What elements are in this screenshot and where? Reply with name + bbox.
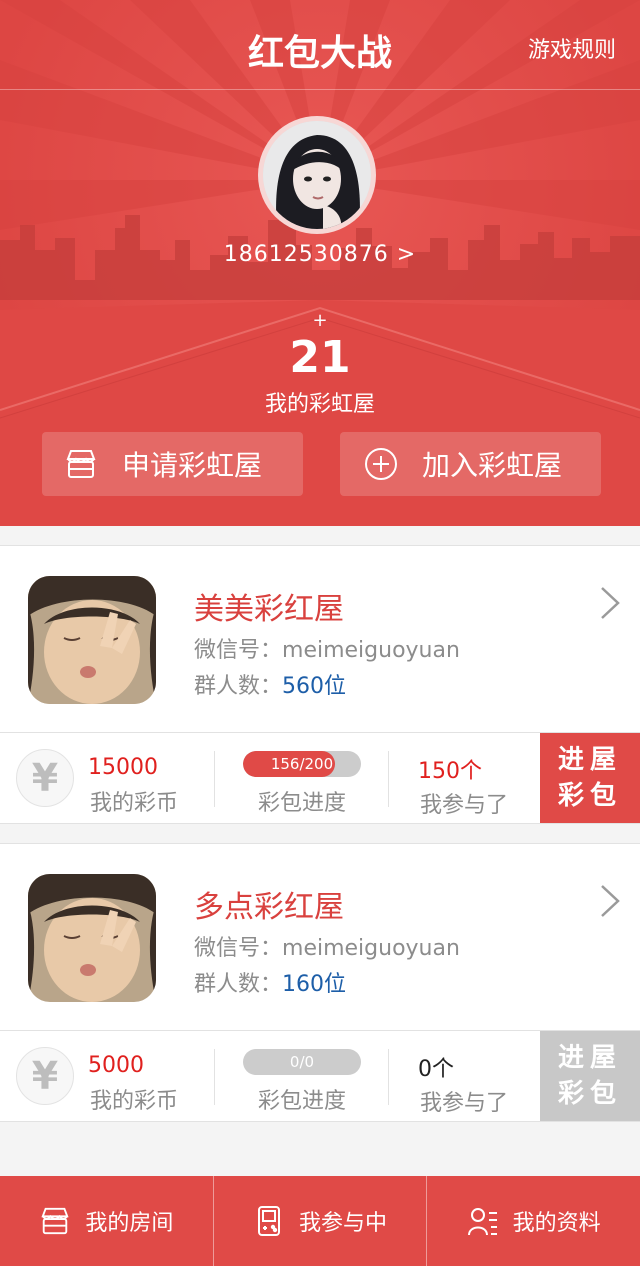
room-wechat: 微信号：meimeiguoyuan [194,632,460,664]
yen-coin-icon: ¥ [16,1047,74,1105]
room-wechat: 微信号：meimeiguoyuan [194,930,460,962]
tab-my-room[interactable]: 我的房间 [0,1176,213,1266]
packet-progress-bar: 156/200 [243,751,361,777]
members-count: 560位 [282,674,347,699]
joined-value: 150个 [418,759,482,784]
members-count: 160位 [282,972,347,997]
game-rules-link[interactable]: 游戏规则 [528,32,616,64]
room-card: 多点彩红屋 微信号：meimeiguoyuan 群人数：160位 ¥ 5000 … [0,843,640,1122]
progress-text: 156/200 [270,755,334,773]
enter-room-packet-button[interactable]: 进屋 彩包 [540,1031,640,1121]
tab-label: 我的资料 [512,1211,601,1236]
wechat-label: 微信号： [194,638,283,663]
joined-label: 我参与了 [420,793,509,818]
divider [214,751,215,807]
members-label: 群人数： [194,674,283,699]
user-phone[interactable]: 18612530876 > [0,242,640,267]
top-bar: 红包大战 游戏规则 [0,0,640,90]
divider [388,751,389,807]
members-label: 群人数： [194,972,283,997]
tab-label: 我的房间 [85,1211,174,1236]
coins-value: 5000 [88,1053,144,1078]
wechat-label: 微信号： [194,936,283,961]
profile-icon [467,1205,499,1237]
wechat-id: meimeiguoyuan [282,936,460,961]
progress-label: 彩包进度 [258,791,347,816]
bottom-tab-bar: 我的房间 我参与中 我的资料 [0,1176,640,1266]
rainbow-count: 21 [289,332,351,383]
coins-value: 15000 [88,755,158,780]
enter-button-line2: 彩包 [557,781,622,811]
packet-progress-bar: 0/0 [243,1049,361,1075]
room-card-stats: ¥ 15000 我的彩币 156/200 彩包进度 150个 我参与了 进屋 彩… [0,733,640,823]
room-card-info[interactable]: 美美彩红屋 微信号：meimeiguoyuan 群人数：560位 [0,546,640,733]
room-icon [39,1205,71,1237]
room-name: 多点彩红屋 [194,890,344,925]
joined-value: 0个 [418,1057,454,1082]
plus-sign: + [312,310,328,331]
coins-label: 我的彩币 [90,1089,179,1114]
enter-button-line1: 进屋 [557,745,622,775]
yen-coin-icon: ¥ [16,749,74,807]
room-avatar [28,874,156,1002]
enter-button-line2: 彩包 [557,1079,622,1109]
room-name: 美美彩红屋 [194,592,344,627]
room-members: 群人数：160位 [194,966,346,998]
divider [214,1049,215,1105]
user-avatar[interactable] [258,116,376,234]
coins-label: 我的彩币 [90,791,179,816]
tab-label: 我参与中 [299,1211,388,1236]
user-avatar-photo [263,121,371,229]
join-rainbow-house-button[interactable]: 加入彩虹屋 [340,432,601,496]
progress-label: 彩包进度 [258,1089,347,1114]
rainbow-count-label: 我的彩虹屋 [264,392,375,417]
wechat-id: meimeiguoyuan [282,638,460,663]
hero-header: 红包大战 游戏规则 18612530876 > + 21 我的彩虹屋 申请彩虹屋… [0,0,640,526]
enter-button-line1: 进屋 [557,1043,622,1073]
tab-participating[interactable]: 我参与中 [212,1176,427,1266]
gameboy-icon [253,1205,285,1237]
plus-circle-icon [364,447,398,481]
room-card-stats: ¥ 5000 我的彩币 0/0 彩包进度 0个 我参与了 进屋 彩包 [0,1031,640,1121]
join-button-label: 加入彩虹屋 [422,449,563,482]
room-card-info[interactable]: 多点彩红屋 微信号：meimeiguoyuan 群人数：160位 [0,844,640,1031]
room-card: 美美彩红屋 微信号：meimeiguoyuan 群人数：560位 ¥ 15000… [0,545,640,824]
apply-button-label: 申请彩虹屋 [122,449,263,482]
progress-text: 0/0 [289,1053,315,1071]
joined-label: 我参与了 [420,1091,509,1116]
apply-rainbow-house-button[interactable]: 申请彩虹屋 [42,432,303,496]
enter-room-packet-button[interactable]: 进屋 彩包 [540,733,640,823]
shop-icon [64,447,98,481]
chevron-right-icon[interactable] [598,882,622,920]
tab-my-profile[interactable]: 我的资料 [426,1176,640,1266]
room-avatar [28,576,156,704]
chevron-right-icon[interactable] [598,584,622,622]
divider [388,1049,389,1105]
room-members: 群人数：560位 [194,668,346,700]
